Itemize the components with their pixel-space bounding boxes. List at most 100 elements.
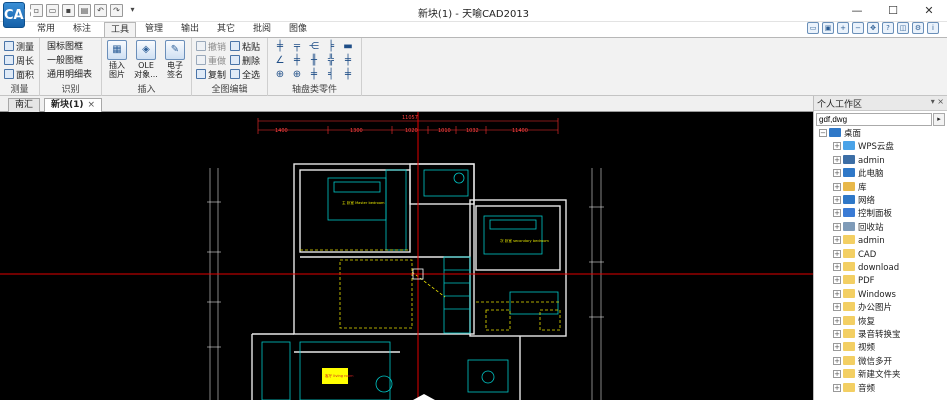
expand-toggle-icon[interactable]: +	[833, 236, 841, 245]
expand-toggle-icon[interactable]: −	[819, 129, 827, 137]
axis-tool-10-icon[interactable]: ╪	[342, 55, 354, 67]
area-button[interactable]: 面积	[4, 69, 34, 82]
tree-item[interactable]: + 微信多开	[833, 355, 892, 369]
settings-icon[interactable]: ⚙	[912, 22, 924, 34]
delete-button[interactable]: 删除	[230, 55, 260, 68]
tree-item[interactable]: + WPS云盘	[833, 141, 894, 154]
tree-item[interactable]: + CAD	[833, 248, 876, 262]
copy-button[interactable]: 复制	[196, 69, 226, 82]
ole-object-button[interactable]: ◈ OLE 对象...	[132, 40, 160, 79]
tree-item[interactable]: + 新建文件夹	[833, 369, 901, 382]
axis-tool-4-icon[interactable]: ╞	[325, 41, 337, 53]
path-input[interactable]	[816, 113, 932, 126]
expand-toggle-icon[interactable]: +	[833, 196, 841, 204]
maximize-button[interactable]: ☐	[875, 0, 911, 22]
tree-item[interactable]: + 录音转换宝	[833, 329, 901, 342]
expand-toggle-icon[interactable]: +	[833, 249, 841, 258]
tree-item[interactable]: − 桌面	[819, 128, 861, 141]
axis-tool-14-icon[interactable]: ╡	[325, 69, 337, 81]
tree-item[interactable]: + download	[833, 262, 899, 275]
drawing-canvas[interactable]: 11057 1400 1300 1020 1010 1032 11400 主 卧…	[0, 112, 813, 400]
tab-review[interactable]: 批阅	[248, 22, 276, 37]
tab-other[interactable]: 其它	[212, 22, 240, 37]
bom-table-button[interactable]: 通用明细表	[47, 69, 92, 82]
expand-toggle-icon[interactable]: +	[833, 182, 841, 191]
expand-toggle-icon[interactable]: +	[833, 370, 841, 379]
general-frame-button[interactable]: 一般图框	[47, 55, 83, 68]
axis-tool-15-icon[interactable]: ╪	[342, 69, 354, 81]
redo-icon	[196, 55, 206, 65]
expand-toggle-icon[interactable]: +	[833, 222, 841, 231]
expand-toggle-icon[interactable]: +	[833, 263, 841, 271]
go-icon[interactable]: ▸	[933, 113, 945, 126]
expand-toggle-icon[interactable]: +	[833, 316, 841, 325]
tree-item[interactable]: + Windows	[833, 288, 896, 302]
expand-toggle-icon[interactable]: +	[833, 343, 841, 352]
redo-button[interactable]: 重做	[196, 55, 226, 68]
app-logo-icon[interactable]: CAD	[3, 2, 34, 28]
panel-close-icon[interactable]: ▾ ×	[931, 97, 944, 106]
doc-tab-new-block[interactable]: 新块(1) ×	[44, 98, 103, 112]
close-tab-icon[interactable]: ×	[88, 100, 96, 110]
tree-item[interactable]: + 恢复	[833, 315, 875, 329]
tab-output[interactable]: 输出	[176, 22, 204, 37]
expand-toggle-icon[interactable]: +	[833, 356, 841, 365]
insert-image-button[interactable]: ▦ 插入 图片	[103, 40, 131, 79]
minimize-button[interactable]: —	[839, 0, 875, 22]
pan-icon[interactable]: ✥	[867, 22, 879, 34]
axis-tool-11-icon[interactable]: ⊕	[274, 69, 286, 81]
tree-item[interactable]: + 此电脑	[833, 168, 884, 181]
expand-toggle-icon[interactable]: +	[833, 209, 841, 218]
axis-tool-9-icon[interactable]: ╬	[325, 55, 337, 67]
close-button[interactable]: ✕	[911, 0, 947, 22]
expand-toggle-icon[interactable]: +	[833, 330, 841, 338]
expand-toggle-icon[interactable]: +	[833, 289, 841, 298]
select-all-button[interactable]: 全选	[230, 69, 260, 82]
tab-image[interactable]: 图像	[284, 22, 312, 37]
paste-button[interactable]: 粘贴	[230, 41, 260, 54]
info-icon[interactable]: i	[927, 22, 939, 34]
extent-icon[interactable]: ◫	[897, 22, 909, 34]
window-icon[interactable]: ▭	[807, 22, 819, 34]
tree-item[interactable]: + 音频	[833, 382, 875, 396]
help-icon[interactable]: ?	[882, 22, 894, 34]
tree-item[interactable]: + 控制面板	[833, 208, 892, 221]
tree-item[interactable]: + admin	[833, 154, 885, 168]
tab-common[interactable]: 常用	[32, 22, 60, 37]
axis-tool-7-icon[interactable]: ╪	[291, 55, 303, 67]
axis-tool-2-icon[interactable]: ╤	[291, 41, 303, 53]
expand-toggle-icon[interactable]: +	[833, 142, 841, 151]
tree-item[interactable]: + 回收站	[833, 221, 884, 235]
axis-tool-5-icon[interactable]: ▬	[342, 41, 354, 53]
perimeter-button[interactable]: 周长	[4, 55, 34, 68]
doc-tab-nanhui[interactable]: 南汇	[8, 98, 41, 112]
expand-toggle-icon[interactable]: +	[833, 276, 841, 285]
tab-manage[interactable]: 管理	[140, 22, 168, 37]
expand-toggle-icon[interactable]: +	[833, 303, 841, 312]
tree-item[interactable]: + 视频	[833, 342, 875, 355]
tab-tools[interactable]: 工具	[104, 22, 136, 37]
axis-tool-1-icon[interactable]: ╪	[274, 41, 286, 53]
tree-item[interactable]: + 库	[833, 181, 867, 195]
undo-button[interactable]: 撤销	[196, 41, 226, 54]
gb-frame-button[interactable]: 国标图框	[47, 41, 83, 54]
axis-tool-12-icon[interactable]: ⊕	[291, 69, 303, 81]
layout-icon[interactable]: ▣	[822, 22, 834, 34]
expand-toggle-icon[interactable]: +	[833, 383, 841, 392]
e-signature-button[interactable]: ✎ 电子 签名	[161, 40, 189, 79]
axis-tool-8-icon[interactable]: ╫	[308, 55, 320, 67]
tree-item[interactable]: + PDF	[833, 275, 875, 288]
measure-button[interactable]: 测量	[4, 41, 34, 54]
tree-item[interactable]: + 办公图片	[833, 302, 892, 315]
scroll-arrow-icon[interactable]	[413, 394, 435, 400]
expand-toggle-icon[interactable]: +	[833, 169, 841, 178]
axis-tool-3-icon[interactable]: ⋲	[308, 41, 320, 53]
axis-tool-13-icon[interactable]: ╪	[308, 69, 320, 81]
expand-toggle-icon[interactable]: +	[833, 155, 841, 164]
axis-tool-6-icon[interactable]: ∠	[274, 55, 286, 67]
tab-dimension[interactable]: 标注	[68, 22, 96, 37]
zoom-out-icon[interactable]: −	[852, 22, 864, 34]
tree-item[interactable]: + 网络	[833, 195, 875, 208]
zoom-in-icon[interactable]: +	[837, 22, 849, 34]
tree-item[interactable]: + admin	[833, 235, 885, 248]
